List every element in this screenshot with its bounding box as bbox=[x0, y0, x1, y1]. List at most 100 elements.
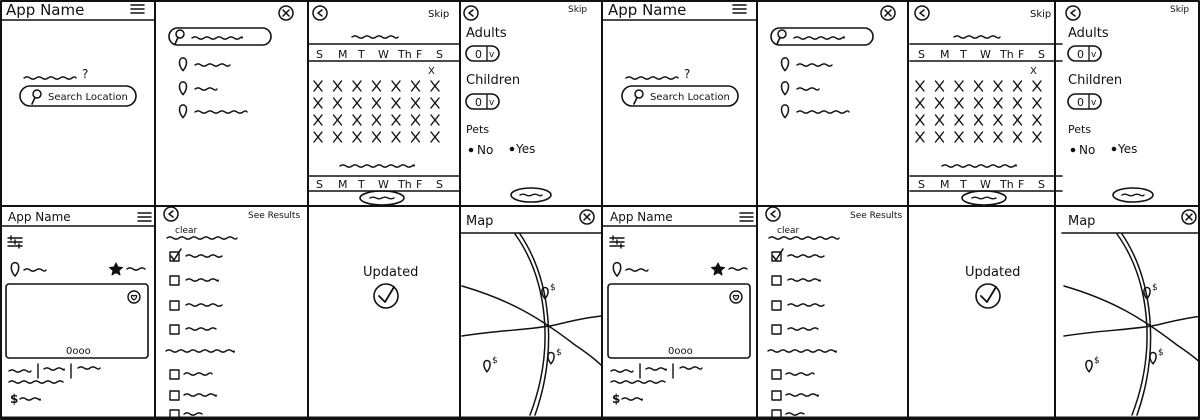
checkbox-icon[interactable] bbox=[771, 369, 782, 380]
calendar-day-cell[interactable] bbox=[1012, 80, 1023, 92]
filter-icon[interactable] bbox=[7, 235, 23, 249]
checkbox-icon[interactable] bbox=[169, 390, 180, 401]
back-icon[interactable] bbox=[765, 206, 781, 222]
calendar-day-cell[interactable] bbox=[1032, 97, 1042, 109]
calendar-day-cell[interactable] bbox=[352, 97, 362, 109]
checkbox-icon[interactable] bbox=[771, 275, 782, 286]
calendar-day-cell[interactable] bbox=[954, 97, 964, 109]
filter-option[interactable] bbox=[771, 369, 815, 380]
search-input[interactable] bbox=[770, 27, 874, 46]
menu-icon[interactable] bbox=[130, 4, 145, 14]
pets-yes-option[interactable]: Yes bbox=[509, 142, 535, 156]
calendar-day-cell[interactable] bbox=[1032, 131, 1042, 143]
calendar-day-cell[interactable] bbox=[352, 114, 362, 126]
children-stepper[interactable]: 0v bbox=[465, 93, 500, 110]
back-icon[interactable] bbox=[463, 5, 479, 21]
calendar-day-cell[interactable] bbox=[313, 80, 323, 92]
calendar-day-cell[interactable] bbox=[352, 131, 362, 143]
filter-option[interactable] bbox=[169, 390, 217, 401]
calendar-day-cell[interactable] bbox=[430, 131, 440, 143]
clear-link[interactable]: clear bbox=[777, 226, 800, 236]
calendar-day-cell[interactable] bbox=[993, 114, 1003, 126]
calendar-day-cell[interactable] bbox=[391, 131, 401, 143]
skip-link[interactable]: Skip bbox=[428, 9, 449, 20]
checkbox-icon[interactable] bbox=[169, 369, 180, 380]
checkbox-icon[interactable] bbox=[169, 300, 180, 311]
map-view[interactable]: $ $ $ bbox=[1063, 233, 1200, 416]
search-location-button[interactable]: Search Location bbox=[621, 85, 739, 107]
calendar-day-cell[interactable] bbox=[332, 131, 343, 143]
filter-option[interactable] bbox=[771, 275, 821, 286]
filter-option[interactable] bbox=[771, 248, 825, 262]
calendar-day-cell[interactable] bbox=[1012, 114, 1023, 126]
search-suggestion[interactable] bbox=[178, 81, 218, 96]
guests-continue-button[interactable] bbox=[510, 187, 552, 203]
filter-option[interactable] bbox=[169, 324, 217, 335]
search-location-button[interactable]: Search Location bbox=[19, 85, 137, 107]
pets-no-option[interactable]: No bbox=[1070, 143, 1095, 157]
search-suggestion[interactable] bbox=[178, 104, 248, 119]
checkbox-icon[interactable] bbox=[169, 248, 182, 262]
calendar-day-cell[interactable] bbox=[313, 114, 323, 126]
menu-icon[interactable] bbox=[732, 4, 747, 14]
heart-icon[interactable] bbox=[729, 290, 743, 304]
calendar-day-cell[interactable] bbox=[332, 80, 343, 92]
calendar-day-cell[interactable] bbox=[430, 80, 440, 92]
filter-icon[interactable] bbox=[609, 235, 625, 249]
search-suggestion[interactable] bbox=[780, 104, 850, 119]
calendar-day-cell[interactable] bbox=[1032, 80, 1042, 92]
calendar-day-cell[interactable] bbox=[973, 114, 984, 126]
checkbox-icon[interactable] bbox=[771, 324, 782, 335]
calendar-day-cell[interactable] bbox=[332, 114, 343, 126]
calendar-day-cell[interactable] bbox=[1012, 97, 1023, 109]
listing-card[interactable]: 0ooo bbox=[5, 283, 149, 359]
pets-yes-option[interactable]: Yes bbox=[1111, 142, 1137, 156]
back-icon[interactable] bbox=[163, 206, 179, 222]
heart-icon[interactable] bbox=[127, 290, 141, 304]
back-icon[interactable] bbox=[914, 5, 930, 21]
close-icon[interactable] bbox=[1181, 209, 1197, 225]
map-price-pin[interactable]: $ bbox=[1085, 356, 1100, 373]
calendar-day-cell[interactable] bbox=[915, 80, 925, 92]
calendar-day-cell[interactable] bbox=[410, 80, 421, 92]
calendar-continue-button[interactable] bbox=[359, 190, 405, 206]
filter-option[interactable] bbox=[169, 369, 213, 380]
calendar-day-cell[interactable] bbox=[391, 80, 401, 92]
calendar-day-cell[interactable] bbox=[934, 80, 945, 92]
map-price-pin[interactable]: $ bbox=[547, 348, 562, 365]
checkbox-icon[interactable] bbox=[169, 275, 180, 286]
calendar-day-cell[interactable] bbox=[973, 131, 984, 143]
calendar-day-cell[interactable] bbox=[954, 80, 964, 92]
clear-link[interactable]: clear bbox=[175, 226, 198, 236]
filter-option[interactable] bbox=[771, 390, 819, 401]
checkbox-icon[interactable] bbox=[771, 300, 782, 311]
calendar-day-cell[interactable] bbox=[391, 97, 401, 109]
see-results-link[interactable]: See Results bbox=[850, 211, 902, 221]
skip-link[interactable]: Skip bbox=[1030, 9, 1051, 20]
back-icon[interactable] bbox=[1065, 5, 1081, 21]
calendar-continue-button[interactable] bbox=[961, 190, 1007, 206]
calendar-day-cell[interactable] bbox=[993, 80, 1003, 92]
calendar-day-cell[interactable] bbox=[371, 114, 382, 126]
calendar-day-cell[interactable] bbox=[993, 97, 1003, 109]
filter-option[interactable] bbox=[169, 300, 223, 311]
filter-option[interactable] bbox=[771, 324, 819, 335]
map-price-pin[interactable]: $ bbox=[1149, 348, 1164, 365]
calendar-day-cell[interactable] bbox=[371, 131, 382, 143]
children-stepper[interactable]: 0v bbox=[1067, 93, 1102, 110]
calendar-day-cell[interactable] bbox=[973, 97, 984, 109]
menu-icon[interactable] bbox=[739, 212, 754, 222]
map-view[interactable]: $ $ $ bbox=[461, 233, 603, 416]
calendar-day-cell[interactable] bbox=[915, 131, 925, 143]
calendar-day-cell[interactable] bbox=[954, 114, 964, 126]
calendar-day-cell[interactable] bbox=[1012, 131, 1023, 143]
calendar-day-cell[interactable] bbox=[313, 97, 323, 109]
adults-stepper[interactable]: 0v bbox=[1067, 45, 1102, 62]
calendar-day-cell[interactable] bbox=[352, 80, 362, 92]
back-icon[interactable] bbox=[312, 5, 328, 21]
checkbox-icon[interactable] bbox=[169, 324, 180, 335]
calendar-day-cell[interactable] bbox=[313, 131, 323, 143]
close-icon[interactable] bbox=[278, 5, 294, 21]
calendar-day-cell[interactable] bbox=[430, 114, 440, 126]
calendar-day-cell[interactable] bbox=[993, 131, 1003, 143]
